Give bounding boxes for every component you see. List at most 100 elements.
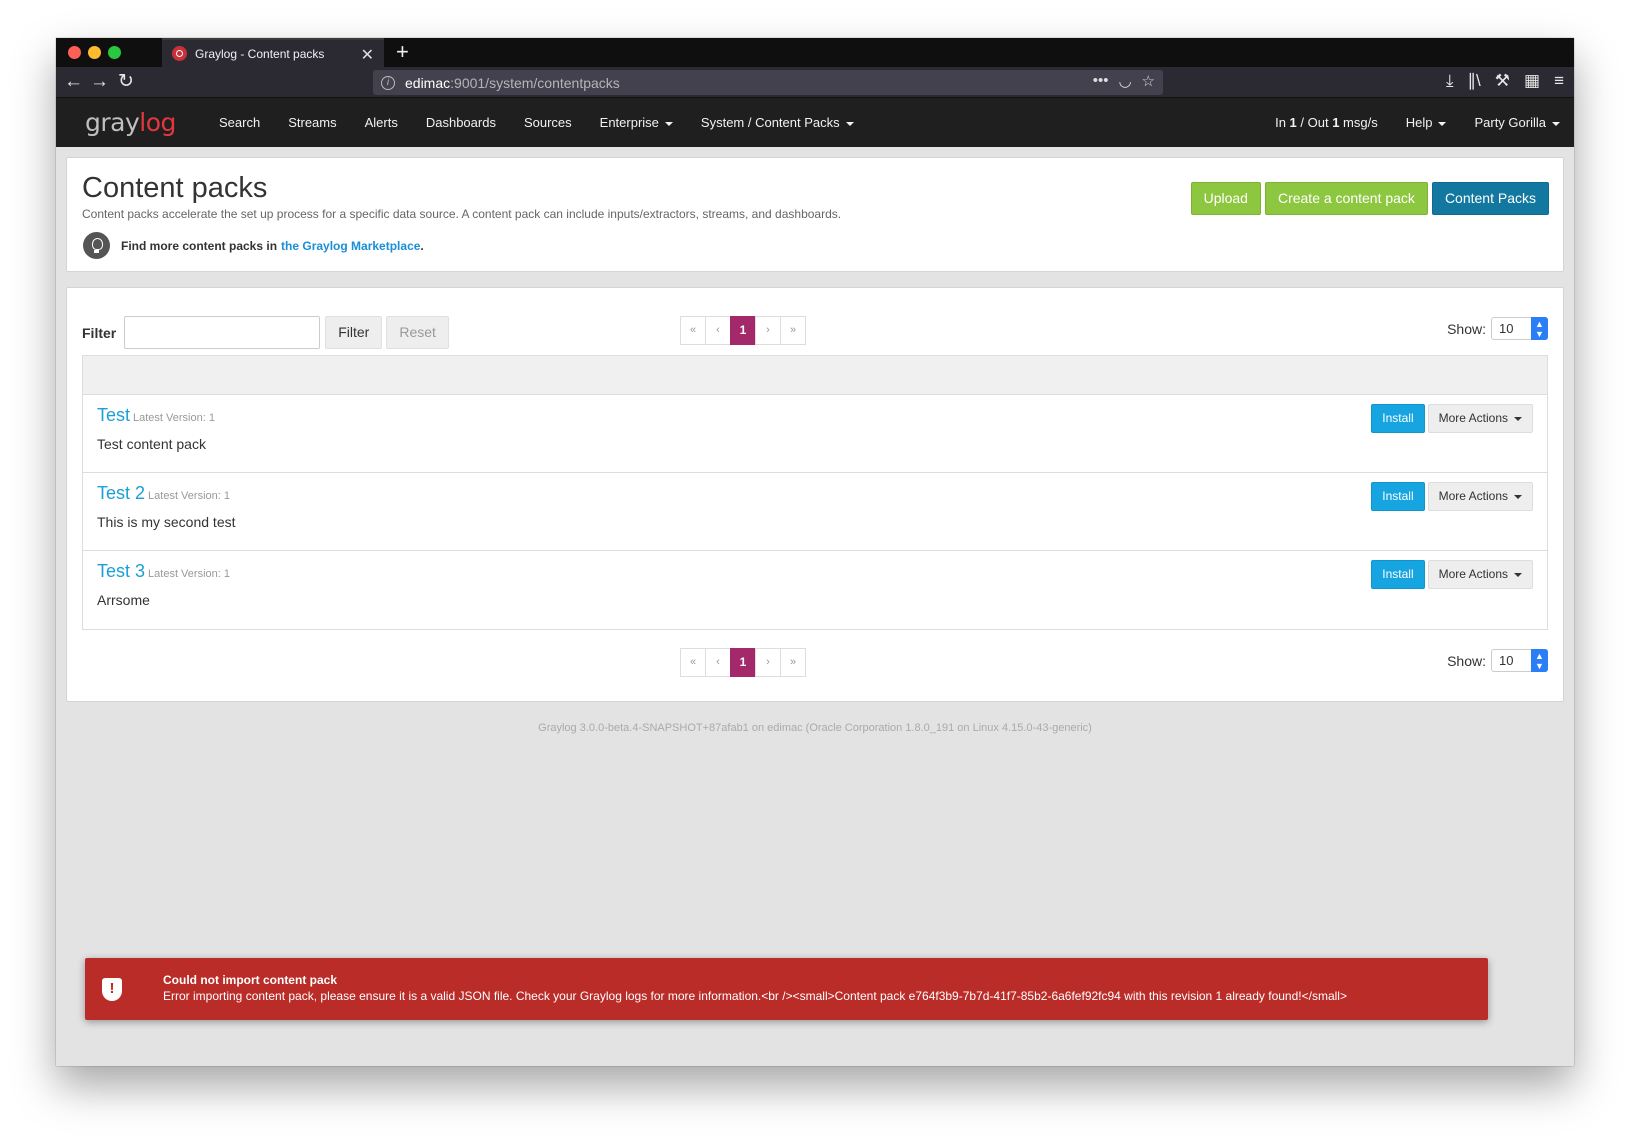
site-info-icon[interactable]: i [381,75,395,90]
close-icon[interactable]: ✕ [361,45,374,65]
chevron-down-icon [1514,416,1522,421]
nav-sources[interactable]: Sources [524,115,572,130]
page-current[interactable]: 1 [730,316,756,345]
throughput-mid: / Out [1296,115,1333,130]
page-first[interactable]: « [680,316,706,345]
page-last[interactable]: » [780,316,806,345]
more-actions-button[interactable]: More Actions [1427,482,1533,511]
page-prev[interactable]: ‹ [705,316,731,345]
star-icon[interactable]: ☆ [1142,72,1155,90]
nav-streams[interactable]: Streams [288,115,336,130]
graylog-logo[interactable]: graylog [85,108,176,137]
reload-icon[interactable]: ↻ [118,71,134,93]
chevron-down-icon [1514,572,1522,577]
alert-message: Error importing content pack, please ens… [163,989,1347,1003]
pagination-bottom: « ‹ 1 › » [680,648,806,677]
create-content-pack-button[interactable]: Create a content pack [1264,182,1428,215]
nav-alerts[interactable]: Alerts [365,115,398,130]
more-actions-button[interactable]: More Actions [1427,404,1533,433]
content-pack-title[interactable]: Test 3 [97,561,145,581]
close-window-button[interactable] [68,46,81,59]
tab-strip: Graylog - Content packs ✕ + [56,38,1574,67]
error-notification[interactable]: ! Could not import content pack Error im… [85,958,1488,1020]
more-icon[interactable]: ••• [1093,72,1109,90]
table-row: Test 2 Latest Version: 1 This is my secon… [83,473,1547,551]
throughput-post: msg/s [1339,115,1378,130]
minimize-window-button[interactable] [88,46,101,59]
content-pack-description: Test content pack [97,436,206,452]
browser-toolbar: ← → ↻ i edimac:9001/system/contentpacks … [56,67,1574,98]
library-icon[interactable]: ∥\ [1468,71,1481,91]
download-icon[interactable]: ⤓ [1446,71,1454,91]
content-pack-table: Test Latest Version: 1 Test content pack … [82,355,1548,630]
menu-icon[interactable]: ≡ [1554,71,1564,91]
page-current[interactable]: 1 [730,648,756,677]
throughput-pre: In [1275,115,1290,130]
table-row: Test 3 Latest Version: 1 Arrsome Install … [83,551,1547,629]
reset-button[interactable]: Reset [386,316,449,349]
chevron-down-icon [664,121,673,126]
wrench-icon[interactable]: ⚒ [1495,71,1510,91]
content-pack-title[interactable]: Test 2 [97,483,145,503]
page-first[interactable]: « [680,648,706,677]
content-pack-description: Arrsome [97,592,150,608]
throughput-indicator[interactable]: In 1 / Out 1 msg/s [1275,115,1378,130]
page-size-value: 10 [1499,321,1514,336]
graylog-favicon-icon [172,46,187,61]
nav-help[interactable]: Help [1406,115,1447,130]
page-next[interactable]: › [755,316,781,345]
nav-enterprise[interactable]: Enterprise [600,115,673,130]
logo-text-gray: gray [85,108,140,137]
more-actions-label: More Actions [1438,411,1508,425]
chevron-down-icon [1514,494,1522,499]
navbar-right: In 1 / Out 1 msg/s Help Party Gorilla [1247,115,1560,130]
page-size-select[interactable]: 10 ▲ ▼ [1491,649,1548,672]
chevron-down-icon [845,121,854,126]
nav-dashboards[interactable]: Dashboards [426,115,496,130]
nav-help-label: Help [1405,115,1433,130]
select-arrows-icon: ▲ ▼ [1531,317,1548,340]
url-path: :9001/system/contentpacks [450,74,620,91]
content-packs-button[interactable]: Content Packs [1431,182,1549,215]
page-next[interactable]: › [755,648,781,677]
new-tab-icon[interactable]: + [396,40,409,64]
page-size-top: Show: 10 ▲ ▼ [1447,317,1548,340]
logo-text-red: log [139,108,176,137]
upload-button[interactable]: Upload [1190,182,1261,215]
content-pack-title[interactable]: Test [97,405,130,425]
page-size-select[interactable]: 10 ▲ ▼ [1491,317,1548,340]
chevron-down-icon [1552,121,1560,126]
nav-user[interactable]: Party Gorilla [1474,115,1560,130]
zoom-window-button[interactable] [108,46,121,59]
content-pack-description: This is my second test [97,514,236,530]
row-actions: Install More Actions [1371,404,1533,433]
nav-search[interactable]: Search [219,115,260,130]
marketplace-link[interactable]: the Graylog Marketplace [281,239,420,253]
content-pack-version: Latest Version: 1 [133,412,215,424]
browser-tab[interactable]: Graylog - Content packs ✕ [162,38,384,67]
install-button[interactable]: Install [1371,404,1425,433]
extensions-icon[interactable]: ▦ [1524,71,1540,91]
page-size-value: 10 [1499,653,1514,668]
more-actions-label: More Actions [1438,567,1508,581]
install-button[interactable]: Install [1371,560,1425,589]
row-actions: Install More Actions [1371,482,1533,511]
page-prev[interactable]: ‹ [705,648,731,677]
forward-arrow-icon[interactable]: → [90,71,109,93]
nav-system[interactable]: System / Content Packs [701,115,854,130]
back-arrow-icon[interactable]: ← [64,71,83,93]
url-bar[interactable]: i edimac:9001/system/contentpacks ••• ◡ … [373,70,1163,95]
filter-button[interactable]: Filter [325,316,383,349]
show-label: Show: [1447,652,1486,669]
url-actions: ••• ◡ ☆ [1093,72,1155,90]
nav-enterprise-label: Enterprise [599,115,659,130]
more-actions-label: More Actions [1438,489,1508,503]
header-panel: Content packs Content packs accelerate t… [66,157,1564,272]
page-last[interactable]: » [780,648,806,677]
content-pack-list-panel: Filter Filter Reset « ‹ 1 › » Show: 10 ▲… [66,287,1564,702]
nav-user-label: Party Gorilla [1474,115,1546,130]
filter-input[interactable] [124,316,321,349]
install-button[interactable]: Install [1371,482,1425,511]
pocket-icon[interactable]: ◡ [1118,72,1131,90]
more-actions-button[interactable]: More Actions [1427,560,1533,589]
